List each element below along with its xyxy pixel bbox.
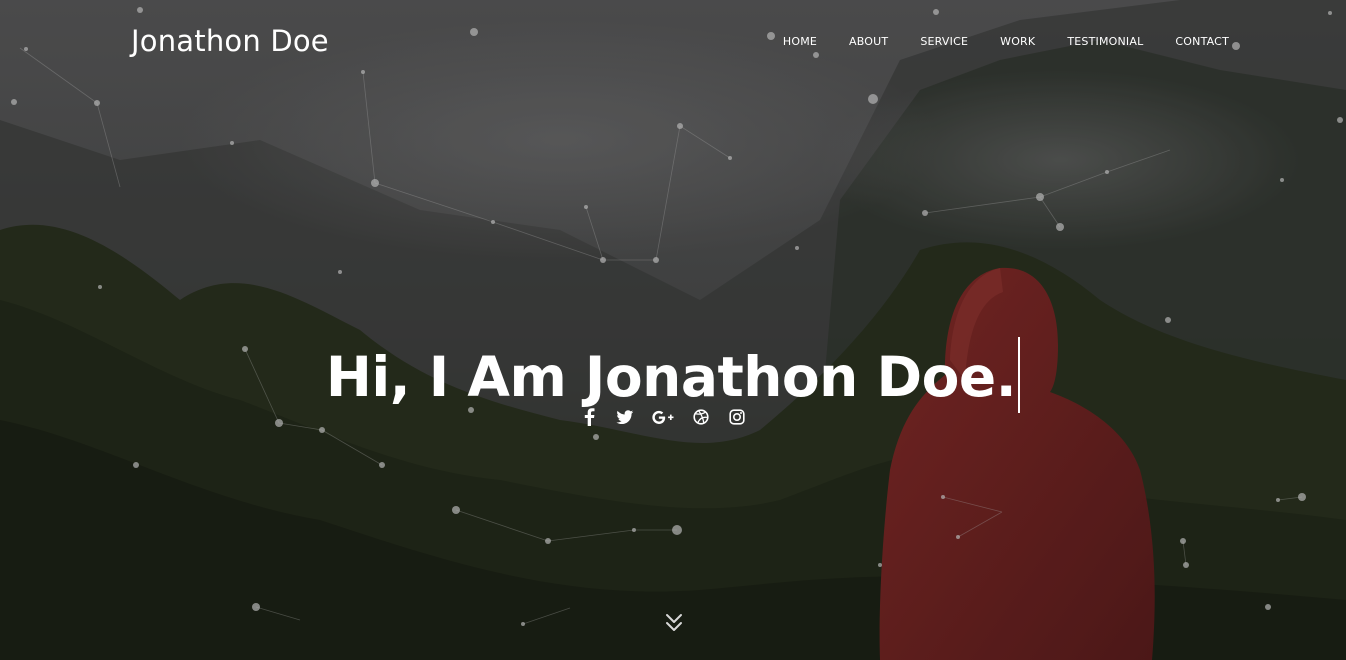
- typing-cursor: [1018, 336, 1021, 413]
- twitter-icon[interactable]: [614, 406, 636, 428]
- social-links: [578, 406, 762, 428]
- hero-section: Jonathon Doe HOME ABOUT SERVICE WORK TES…: [0, 0, 1346, 660]
- hero-headline-text: Hi, I Am Jonathon Doe.: [325, 344, 1017, 409]
- facebook-icon[interactable]: [578, 406, 600, 428]
- chevron-double-down-icon[interactable]: [663, 612, 685, 634]
- dribbble-icon[interactable]: [690, 406, 712, 428]
- instagram-icon[interactable]: [726, 406, 748, 428]
- hero-dark-overlay: [0, 0, 1346, 660]
- nav-item-work[interactable]: WORK: [1000, 35, 1035, 48]
- nav-item-home[interactable]: HOME: [783, 35, 817, 48]
- google-plus-icon[interactable]: [650, 406, 676, 428]
- nav-item-contact[interactable]: CONTACT: [1175, 35, 1229, 48]
- nav-item-about[interactable]: ABOUT: [849, 35, 888, 48]
- nav-item-testimonial[interactable]: TESTIMONIAL: [1067, 35, 1143, 48]
- nav-item-service[interactable]: SERVICE: [920, 35, 968, 48]
- brand-logo[interactable]: Jonathon Doe: [131, 24, 329, 58]
- main-nav: HOME ABOUT SERVICE WORK TESTIMONIAL CONT…: [751, 35, 1229, 48]
